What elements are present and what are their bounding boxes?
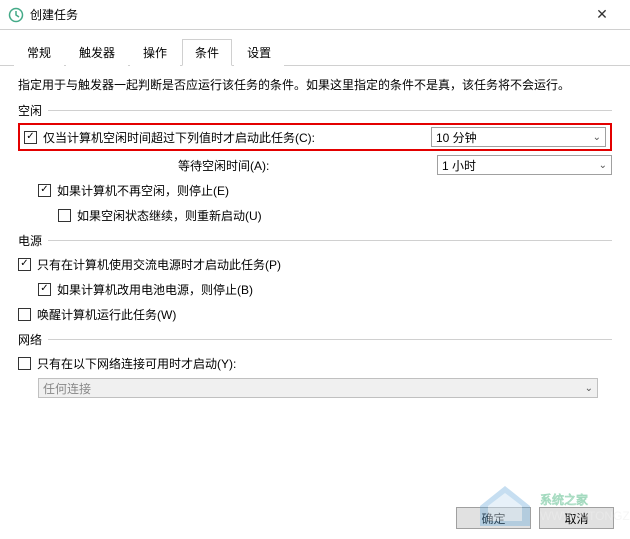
row-ac-power: 只有在计算机使用交流电源时才启动此任务(P) <box>18 253 612 275</box>
row-wait-idle: 等待空闲时间(A): 1 小时 ⌄ <box>18 154 612 176</box>
section-idle: 空闲 <box>18 102 612 119</box>
section-network-label: 网络 <box>18 331 42 348</box>
chk-network[interactable] <box>18 357 31 370</box>
row-restart-if-idle: 如果空闲状态继续，则重新启动(U) <box>18 204 612 226</box>
close-icon[interactable]: ✕ <box>582 6 622 23</box>
section-idle-label: 空闲 <box>18 102 42 119</box>
ok-button[interactable]: 确定 <box>456 507 531 529</box>
titlebar: 创建任务 ✕ <box>0 0 630 30</box>
chk-ac-power-label: 只有在计算机使用交流电源时才启动此任务(P) <box>37 256 281 273</box>
app-icon <box>8 7 24 23</box>
chk-stop-not-idle-label: 如果计算机不再空闲，则停止(E) <box>57 182 229 199</box>
row-network-combo: 任何连接 ⌄ <box>18 377 612 399</box>
tab-bar: 常规 触发器 操作 条件 设置 <box>0 30 630 66</box>
section-power: 电源 <box>18 232 612 249</box>
chk-network-label: 只有在以下网络连接可用时才启动(Y): <box>37 355 236 372</box>
chevron-down-icon: ⌄ <box>599 160 607 171</box>
combo-network-value: 任何连接 <box>43 380 91 397</box>
row-stop-if-not-idle: 如果计算机不再空闲，则停止(E) <box>18 179 612 201</box>
wait-idle-label: 等待空闲时间(A): <box>178 157 437 174</box>
chevron-down-icon: ⌄ <box>593 132 601 143</box>
svg-text:系统之家: 系统之家 <box>540 492 589 507</box>
chk-idle-start[interactable] <box>24 131 37 144</box>
combo-idle-duration-value: 10 分钟 <box>436 129 477 146</box>
chk-wake-label: 唤醒计算机运行此任务(W) <box>37 306 176 323</box>
tab-conditions[interactable]: 条件 <box>182 39 232 66</box>
description-text: 指定用于与触发器一起判断是否应运行该任务的条件。如果这里指定的条件不是真，该任务… <box>18 76 612 94</box>
tab-settings[interactable]: 设置 <box>234 39 284 66</box>
row-wake: 唤醒计算机运行此任务(W) <box>18 303 612 325</box>
content-area: 指定用于与触发器一起判断是否应运行该任务的条件。如果这里指定的条件不是真，该任务… <box>0 66 630 412</box>
chk-stop-not-idle[interactable] <box>38 184 51 197</box>
chk-idle-start-label: 仅当计算机空闲时间超过下列值时才启动此任务(C): <box>43 129 423 146</box>
row-stop-on-battery: 如果计算机改用电池电源，则停止(B) <box>18 278 612 300</box>
chk-restart-idle[interactable] <box>58 209 71 222</box>
section-power-label: 电源 <box>18 232 42 249</box>
highlighted-idle-row: 仅当计算机空闲时间超过下列值时才启动此任务(C): 10 分钟 ⌄ <box>18 123 612 151</box>
dialog-footer: 确定 取消 <box>456 507 614 529</box>
combo-wait-idle[interactable]: 1 小时 ⌄ <box>437 155 612 175</box>
chk-stop-battery-label: 如果计算机改用电池电源，则停止(B) <box>57 281 253 298</box>
cancel-button[interactable]: 取消 <box>539 507 614 529</box>
tab-triggers[interactable]: 触发器 <box>66 39 128 66</box>
chk-ac-power[interactable] <box>18 258 31 271</box>
combo-wait-idle-value: 1 小时 <box>442 157 476 174</box>
row-network: 只有在以下网络连接可用时才启动(Y): <box>18 352 612 374</box>
chk-wake[interactable] <box>18 308 31 321</box>
tab-actions[interactable]: 操作 <box>130 39 180 66</box>
chevron-down-icon: ⌄ <box>585 383 593 394</box>
chk-stop-battery[interactable] <box>38 283 51 296</box>
tab-general[interactable]: 常规 <box>14 39 64 66</box>
window-title: 创建任务 <box>30 6 582 23</box>
combo-idle-duration[interactable]: 10 分钟 ⌄ <box>431 127 606 147</box>
section-network: 网络 <box>18 331 612 348</box>
chk-restart-idle-label: 如果空闲状态继续，则重新启动(U) <box>77 207 262 224</box>
combo-network: 任何连接 ⌄ <box>38 378 598 398</box>
